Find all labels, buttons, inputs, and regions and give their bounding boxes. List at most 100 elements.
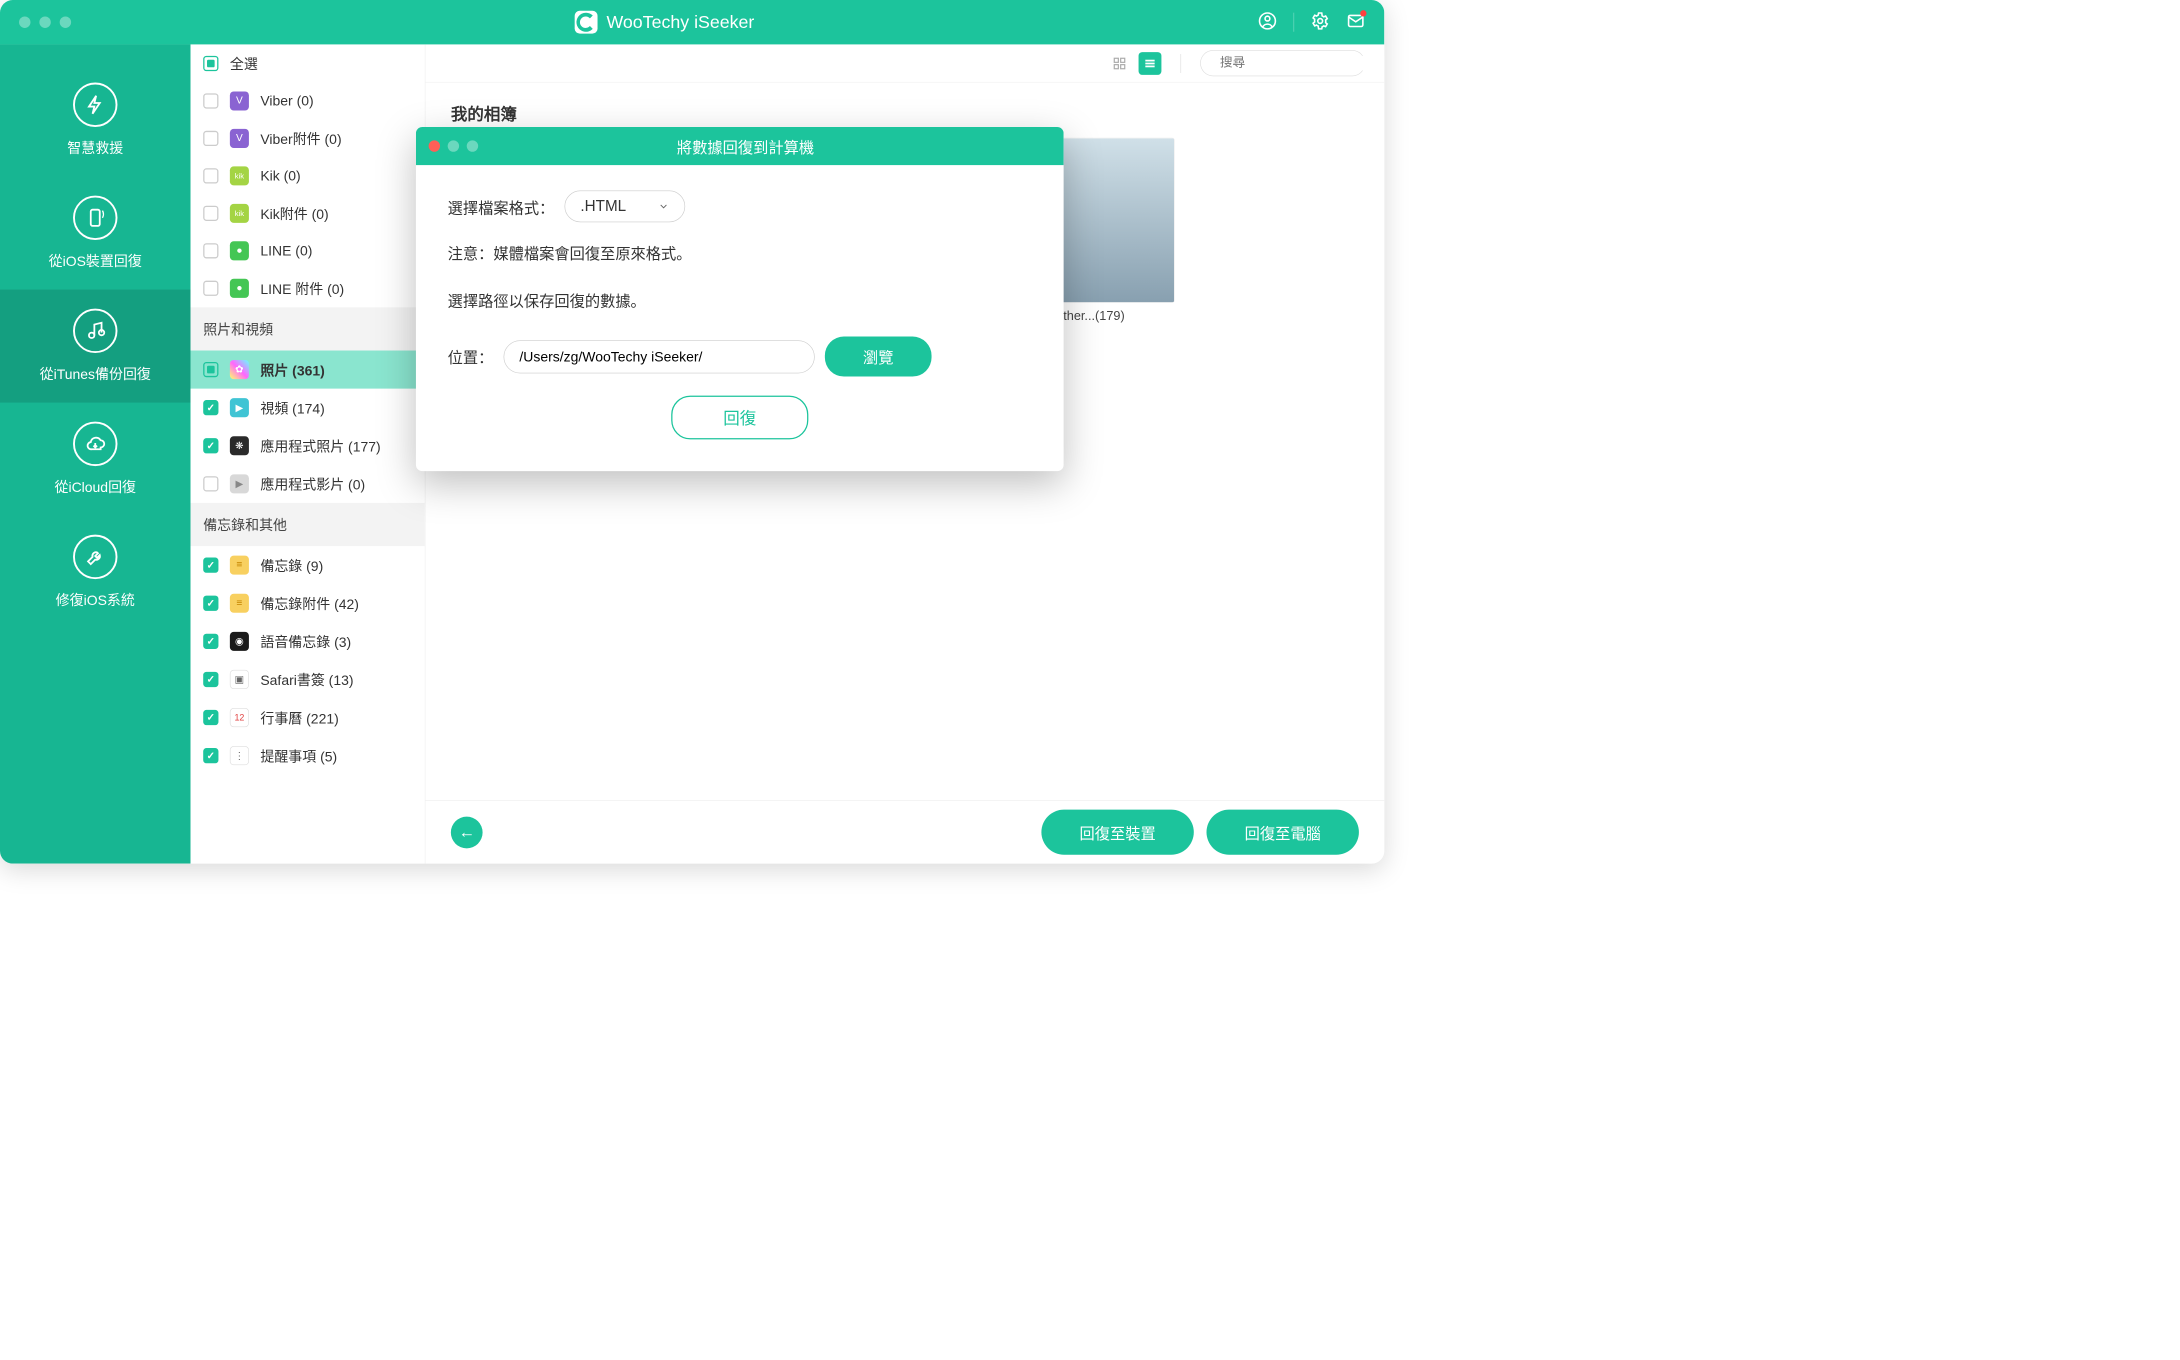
nav-ios-device[interactable]: 從iOS裝置回復 bbox=[0, 177, 191, 290]
list-item[interactable]: kik Kik附件 (0) bbox=[191, 194, 425, 232]
voice-memo-icon: ◉ bbox=[230, 632, 249, 651]
item-label: 語音備忘錄 (3) bbox=[260, 631, 351, 651]
list-item[interactable]: ▶ 應用程式影片 (0) bbox=[191, 465, 425, 503]
notification-dot bbox=[1360, 10, 1366, 16]
list-item[interactable]: ● LINE (0) bbox=[191, 232, 425, 269]
checkbox[interactable] bbox=[203, 400, 218, 415]
window-controls[interactable] bbox=[19, 17, 71, 28]
path-label: 選擇路徑以保存回復的數據。 bbox=[448, 289, 1032, 311]
nav-label: 從iCloud回復 bbox=[54, 476, 136, 496]
cloud-icon bbox=[73, 422, 117, 466]
checkbox[interactable] bbox=[203, 672, 218, 687]
item-label: Kik附件 (0) bbox=[260, 203, 328, 223]
list-item[interactable]: kik Kik (0) bbox=[191, 157, 425, 194]
location-label: 位置： bbox=[448, 345, 494, 367]
view-toggle bbox=[1108, 52, 1161, 75]
checkbox[interactable] bbox=[203, 281, 218, 296]
item-label: 備忘錄附件 (42) bbox=[260, 593, 359, 613]
phone-icon bbox=[73, 196, 117, 240]
search-input[interactable] bbox=[1220, 56, 1384, 71]
checkbox[interactable] bbox=[203, 558, 218, 573]
reminders-icon: ⋮ bbox=[230, 746, 249, 765]
nav-itunes-backup[interactable]: 從iTunes備份回復 bbox=[0, 290, 191, 403]
list-item[interactable]: ▶ 視頻 (174) bbox=[191, 389, 425, 427]
list-item[interactable]: ⋮ 提醒事項 (5) bbox=[191, 737, 425, 775]
grid-view-button[interactable] bbox=[1108, 52, 1131, 75]
app-title-area: WooTechy iSeeker bbox=[71, 11, 1258, 34]
item-label: LINE (0) bbox=[260, 243, 312, 260]
nav-icloud[interactable]: 從iCloud回復 bbox=[0, 403, 191, 516]
minimize-icon[interactable] bbox=[448, 140, 459, 151]
app-video-icon: ▶ bbox=[230, 474, 249, 493]
list-item[interactable]: 12 行事曆 (221) bbox=[191, 699, 425, 737]
restore-to-device-button[interactable]: 回復至裝置 bbox=[1041, 810, 1193, 855]
checkbox[interactable] bbox=[203, 206, 218, 221]
checkbox[interactable] bbox=[203, 131, 218, 146]
checkbox[interactable] bbox=[203, 476, 218, 491]
maximize-icon[interactable] bbox=[467, 140, 478, 151]
app-photo-icon: ❋ bbox=[230, 436, 249, 455]
nav-label: 從iTunes備份回復 bbox=[40, 363, 151, 383]
checkbox[interactable] bbox=[203, 748, 218, 763]
kik-icon: kik bbox=[230, 166, 249, 185]
item-label: 視頻 (174) bbox=[260, 398, 324, 418]
checkbox[interactable] bbox=[203, 243, 218, 258]
item-label: Kik (0) bbox=[260, 168, 300, 185]
notes-icon: ≡ bbox=[230, 556, 249, 575]
nav-repair-ios[interactable]: 修復iOS系統 bbox=[0, 516, 191, 629]
kik-icon: kik bbox=[230, 204, 249, 223]
list-item[interactable]: ≡ 備忘錄 (9) bbox=[191, 546, 425, 584]
format-select[interactable]: .HTML bbox=[565, 191, 686, 223]
category-sidebar: 全選 V Viber (0) V Viber附件 (0) kik Kik (0)… bbox=[191, 44, 426, 863]
settings-icon[interactable] bbox=[1311, 11, 1330, 33]
checkbox[interactable] bbox=[203, 710, 218, 725]
app-logo-icon bbox=[575, 11, 598, 34]
maximize-icon[interactable] bbox=[60, 17, 71, 28]
search-box[interactable] bbox=[1200, 50, 1365, 76]
list-item[interactable]: ▣ Safari書簽 (13) bbox=[191, 660, 425, 698]
checkbox[interactable] bbox=[203, 596, 218, 611]
section-photos-header: 照片和視頻 bbox=[191, 307, 425, 350]
account-icon[interactable] bbox=[1258, 11, 1277, 33]
select-all-row[interactable]: 全選 bbox=[191, 44, 425, 82]
album-section-title: 我的相簿 bbox=[451, 102, 1359, 125]
list-view-button[interactable] bbox=[1139, 52, 1162, 75]
list-item[interactable]: ● LINE 附件 (0) bbox=[191, 269, 425, 307]
item-label: 照片 (361) bbox=[260, 359, 324, 379]
checkbox[interactable] bbox=[203, 93, 218, 108]
modal-title: 將數據回復到計算機 bbox=[478, 135, 1051, 157]
modal-window-controls[interactable] bbox=[429, 140, 479, 151]
wrench-icon bbox=[73, 535, 117, 579]
bookmark-icon: ▣ bbox=[230, 670, 249, 689]
list-item[interactable]: ◉ 語音備忘錄 (3) bbox=[191, 622, 425, 660]
list-item[interactable]: ≡ 備忘錄附件 (42) bbox=[191, 584, 425, 622]
item-label: 行事曆 (221) bbox=[260, 707, 338, 727]
back-button[interactable]: ← bbox=[451, 816, 483, 848]
item-label: Safari書簽 (13) bbox=[260, 669, 353, 689]
list-item[interactable]: V Viber附件 (0) bbox=[191, 119, 425, 157]
format-label: 選擇檔案格式： bbox=[448, 195, 555, 217]
minimize-icon[interactable] bbox=[39, 17, 50, 28]
list-item[interactable]: V Viber (0) bbox=[191, 83, 425, 120]
nav-label: 修復iOS系統 bbox=[56, 589, 135, 609]
recover-button[interactable]: 回復 bbox=[671, 396, 808, 440]
checkbox[interactable] bbox=[203, 168, 218, 183]
checkbox-partial[interactable] bbox=[203, 56, 218, 71]
format-value: .HTML bbox=[580, 197, 626, 215]
nav-smart-rescue[interactable]: 智慧救援 bbox=[0, 64, 191, 177]
mail-icon[interactable] bbox=[1346, 11, 1365, 33]
path-input[interactable] bbox=[504, 340, 815, 373]
close-icon[interactable] bbox=[429, 140, 440, 151]
item-label: Viber (0) bbox=[260, 93, 313, 110]
item-label: 應用程式照片 (177) bbox=[260, 436, 380, 456]
checkbox[interactable] bbox=[203, 438, 218, 453]
list-item[interactable]: ❋ 應用程式照片 (177) bbox=[191, 427, 425, 465]
restore-to-pc-button[interactable]: 回復至電腦 bbox=[1207, 810, 1359, 855]
checkbox[interactable] bbox=[203, 634, 218, 649]
nav-label: 智慧救援 bbox=[67, 137, 123, 157]
list-item-photos[interactable]: ✿ 照片 (361) bbox=[191, 351, 425, 389]
item-label: 提醒事項 (5) bbox=[260, 745, 337, 765]
checkbox-partial[interactable] bbox=[203, 362, 218, 377]
close-icon[interactable] bbox=[19, 17, 30, 28]
browse-button[interactable]: 瀏覽 bbox=[825, 337, 932, 377]
